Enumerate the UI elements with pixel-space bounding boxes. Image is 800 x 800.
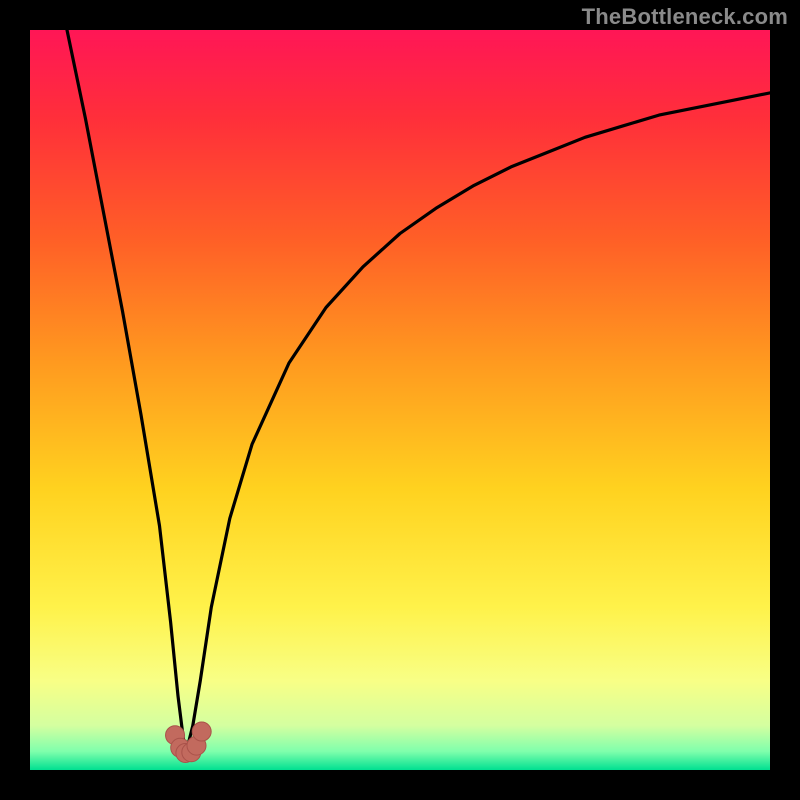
bottleneck-curve: [30, 30, 770, 770]
minimum-markers: [166, 722, 212, 762]
curve-marker: [192, 722, 211, 741]
chart-frame: TheBottleneck.com: [0, 0, 800, 800]
plot-area: [30, 30, 770, 770]
curve-path: [67, 30, 770, 755]
watermark-text: TheBottleneck.com: [582, 4, 788, 30]
